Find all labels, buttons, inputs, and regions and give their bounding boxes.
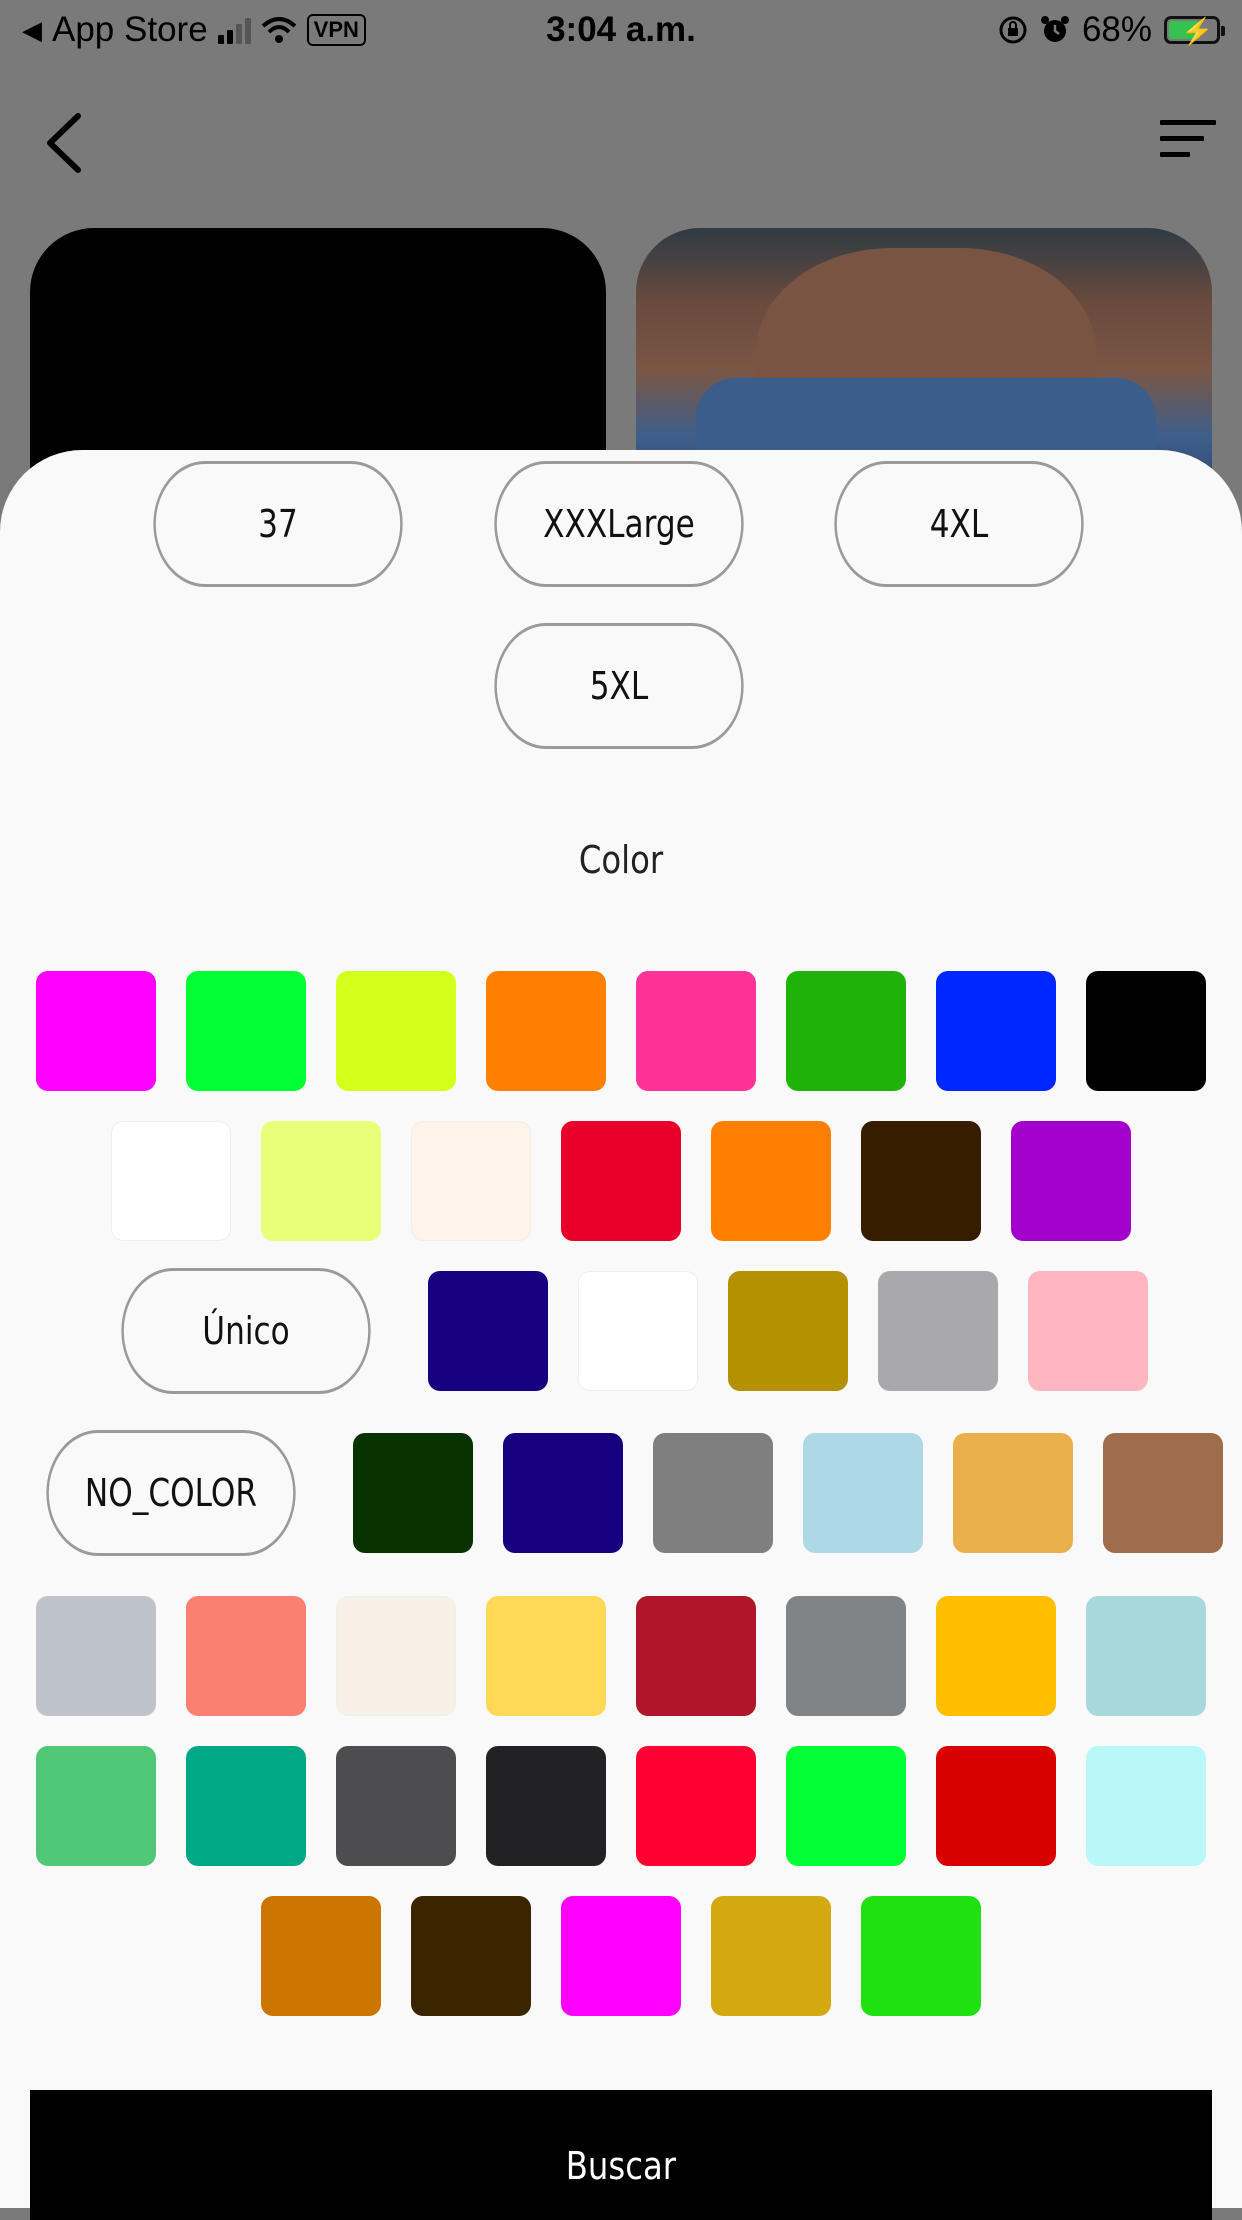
color-option-no-color[interactable]: NO_COLOR bbox=[46, 1430, 296, 1556]
status-bar: ◀ App Store VPN 3:04 a.m. 68% ⚡ bbox=[0, 0, 1242, 62]
color-swatch[interactable] bbox=[1086, 1746, 1206, 1866]
color-swatch[interactable] bbox=[636, 1596, 756, 1716]
color-swatch[interactable] bbox=[336, 1746, 456, 1866]
status-right: 68% ⚡ bbox=[998, 10, 1225, 50]
size-option-xxxlarge[interactable]: XXXLarge bbox=[494, 461, 744, 587]
color-swatch[interactable] bbox=[1086, 971, 1206, 1091]
color-swatch[interactable] bbox=[861, 1896, 981, 2016]
product-card-photo[interactable] bbox=[636, 228, 1212, 488]
battery-percent: 68% bbox=[1081, 10, 1152, 49]
color-swatch[interactable] bbox=[503, 1433, 623, 1553]
product-card-image[interactable] bbox=[30, 228, 606, 488]
color-swatch[interactable] bbox=[636, 1746, 756, 1866]
color-swatch[interactable] bbox=[561, 1896, 681, 2016]
back-arrow-icon[interactable] bbox=[40, 108, 92, 178]
color-swatch[interactable] bbox=[336, 1596, 456, 1716]
color-swatch[interactable] bbox=[336, 971, 456, 1091]
color-swatch[interactable] bbox=[803, 1433, 923, 1553]
color-swatch[interactable] bbox=[711, 1121, 831, 1241]
color-swatch[interactable] bbox=[186, 1596, 306, 1716]
size-option-4xl[interactable]: 4XL bbox=[834, 461, 1084, 587]
color-swatch[interactable] bbox=[786, 971, 906, 1091]
color-swatch[interactable] bbox=[261, 1896, 381, 2016]
color-swatch[interactable] bbox=[936, 971, 1056, 1091]
color-option-label: Único bbox=[202, 1309, 290, 1353]
color-swatch[interactable] bbox=[953, 1433, 1073, 1553]
color-swatch[interactable] bbox=[936, 1596, 1056, 1716]
color-swatch[interactable] bbox=[36, 1746, 156, 1866]
color-swatch[interactable] bbox=[486, 1596, 606, 1716]
color-swatch[interactable] bbox=[186, 1746, 306, 1866]
color-swatch[interactable] bbox=[728, 1271, 848, 1391]
color-swatch[interactable] bbox=[36, 1596, 156, 1716]
color-option--nico[interactable]: Único bbox=[121, 1268, 371, 1394]
color-swatch[interactable] bbox=[711, 1896, 831, 2016]
color-swatch[interactable] bbox=[561, 1121, 681, 1241]
color-swatch[interactable] bbox=[111, 1121, 231, 1241]
color-swatch[interactable] bbox=[861, 1121, 981, 1241]
color-swatch[interactable] bbox=[261, 1121, 381, 1241]
orientation-lock-icon bbox=[999, 16, 1027, 44]
color-swatch[interactable] bbox=[1028, 1271, 1148, 1391]
alarm-icon bbox=[1040, 16, 1069, 42]
color-swatch[interactable] bbox=[786, 1596, 906, 1716]
color-swatch[interactable] bbox=[878, 1271, 998, 1391]
battery-icon: ⚡ bbox=[1164, 16, 1225, 46]
color-swatch[interactable] bbox=[353, 1433, 473, 1553]
color-swatch[interactable] bbox=[1086, 1596, 1206, 1716]
color-section-title: Color bbox=[578, 838, 664, 882]
color-swatch[interactable] bbox=[1011, 1121, 1131, 1241]
color-swatch[interactable] bbox=[786, 1746, 906, 1866]
color-swatch[interactable] bbox=[636, 971, 756, 1091]
filter-sort-icon[interactable] bbox=[1160, 120, 1220, 166]
color-swatch[interactable] bbox=[411, 1896, 531, 2016]
color-swatch[interactable] bbox=[428, 1271, 548, 1391]
color-swatch[interactable] bbox=[486, 971, 606, 1091]
size-option-5xl[interactable]: 5XL bbox=[494, 623, 744, 749]
color-swatch[interactable] bbox=[411, 1121, 531, 1241]
color-swatch[interactable] bbox=[1103, 1433, 1223, 1553]
color-swatch[interactable] bbox=[36, 971, 156, 1091]
color-swatch[interactable] bbox=[936, 1746, 1056, 1866]
size-option-37[interactable]: 37 bbox=[153, 461, 403, 587]
search-button[interactable]: Buscar bbox=[30, 2090, 1212, 2220]
color-swatch[interactable] bbox=[653, 1433, 773, 1553]
color-option-label: NO_COLOR bbox=[84, 1471, 258, 1515]
color-swatch[interactable] bbox=[486, 1746, 606, 1866]
color-swatch[interactable] bbox=[578, 1271, 698, 1391]
color-swatch[interactable] bbox=[186, 971, 306, 1091]
